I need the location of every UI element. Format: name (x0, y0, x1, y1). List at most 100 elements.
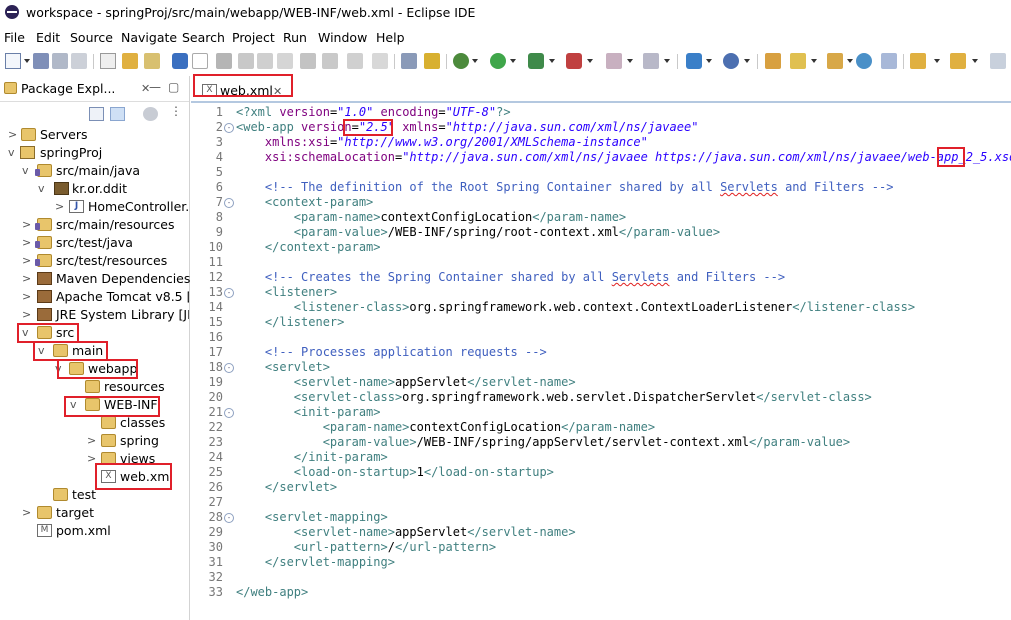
drop-to-frame-icon[interactable] (372, 53, 388, 69)
step-into-icon[interactable] (300, 53, 316, 69)
menu-file[interactable]: File (4, 30, 25, 45)
publish-icon[interactable] (643, 53, 659, 69)
code-line[interactable]: <load-on-startup>1</load-on-startup> (236, 465, 554, 479)
code-line[interactable]: <listener> (236, 285, 337, 299)
collapse-icon[interactable]: v (22, 162, 32, 180)
code-line[interactable]: <servlet-class>org.springframework.web.s… (236, 390, 872, 404)
collapse-icon[interactable]: v (38, 180, 48, 198)
stop-server-icon[interactable] (606, 53, 622, 69)
resume-icon[interactable] (216, 53, 232, 69)
expand-icon[interactable]: > (22, 216, 32, 234)
code-line[interactable]: <servlet-mapping> (236, 510, 388, 524)
code-line[interactable]: <init-param> (236, 405, 381, 419)
code-line[interactable]: <param-name>contextConfigLocation</param… (236, 210, 626, 224)
step-over-icon[interactable] (322, 53, 338, 69)
fold-toggle-icon[interactable]: - (224, 288, 234, 298)
skip-breakpoints-icon[interactable] (100, 53, 116, 69)
minimize-view-icon[interactable]: — (149, 80, 161, 94)
run-icon[interactable] (490, 53, 506, 69)
menu-run[interactable]: Run (283, 30, 307, 45)
open-resource-dropdown-icon[interactable] (811, 59, 817, 63)
external-tools-icon[interactable] (566, 53, 582, 69)
package-explorer-tab[interactable]: Package Expl... ✕ — ▢ (0, 76, 189, 102)
open-folder-icon[interactable] (827, 53, 843, 69)
menu-search[interactable]: Search (182, 30, 225, 45)
view-menu-icon[interactable]: ⋮ (170, 104, 182, 118)
open-task-icon[interactable] (424, 53, 440, 69)
spring-dropdown-icon[interactable] (744, 59, 750, 63)
code-line[interactable]: </servlet-mapping> (236, 555, 395, 569)
new-spring-bean-icon[interactable] (723, 53, 739, 69)
new-server-dropdown-icon[interactable] (706, 59, 712, 63)
code-line[interactable]: </web-app> (236, 585, 308, 599)
code-line[interactable]: <web-app version="2.5" xmlns="http://jav… (236, 120, 698, 134)
new-dropdown-icon[interactable] (24, 59, 30, 63)
menu-navigate[interactable]: Navigate (121, 30, 177, 45)
code-line[interactable]: </init-param> (236, 450, 388, 464)
code-line[interactable]: </context-param> (236, 240, 381, 254)
fold-toggle-icon[interactable]: - (224, 198, 234, 208)
fold-toggle-icon[interactable]: - (224, 123, 234, 133)
next-annotation-icon[interactable] (910, 53, 926, 69)
annotation-icon[interactable] (881, 53, 897, 69)
publish-dropdown-icon[interactable] (664, 59, 670, 63)
code-line[interactable]: <!-- Creates the Spring Container shared… (236, 270, 785, 284)
previous-annotation-dropdown-icon[interactable] (972, 59, 978, 63)
collapse-icon[interactable]: v (8, 144, 18, 162)
build-icon[interactable] (122, 53, 138, 69)
expand-icon[interactable]: > (55, 198, 65, 216)
fold-toggle-icon[interactable]: - (224, 513, 234, 523)
code-line[interactable]: <context-param> (236, 195, 373, 209)
fold-toggle-icon[interactable]: - (224, 408, 234, 418)
code-line[interactable]: <listener-class>org.springframework.web.… (236, 300, 915, 314)
suspend-icon[interactable] (238, 53, 254, 69)
expand-icon[interactable]: > (22, 306, 32, 324)
menu-edit[interactable]: Edit (36, 30, 60, 45)
clean-icon[interactable] (144, 53, 160, 69)
server-dropdown-icon[interactable] (627, 59, 633, 63)
toggle-mark-icon[interactable] (401, 53, 417, 69)
link-with-editor-icon[interactable] (110, 107, 125, 121)
step-return-icon[interactable] (347, 53, 363, 69)
search-icon[interactable] (192, 53, 208, 69)
globe-icon[interactable] (856, 53, 872, 69)
disconnect-icon[interactable] (277, 53, 293, 69)
expand-icon[interactable]: > (8, 126, 18, 144)
debug-icon[interactable] (453, 53, 469, 69)
coverage-icon[interactable] (528, 53, 544, 69)
open-resource-icon[interactable] (790, 53, 806, 69)
coverage-dropdown-icon[interactable] (549, 59, 555, 63)
code-line[interactable]: <?xml version="1.0" encoding="UTF-8"?> (236, 105, 511, 119)
expand-icon[interactable]: > (87, 432, 97, 450)
new-icon[interactable] (5, 53, 21, 69)
collapse-all-icon[interactable] (89, 107, 104, 121)
back-icon[interactable] (990, 53, 1006, 69)
code-line[interactable]: <!-- Processes application requests --> (236, 345, 547, 359)
code-line[interactable]: <url-pattern>/</url-pattern> (236, 540, 496, 554)
code-line[interactable]: <servlet-name>appServlet</servlet-name> (236, 375, 576, 389)
code-line[interactable]: <servlet> (236, 360, 330, 374)
tree-item-tomcat-library[interactable]: > Apache Tomcat v8.5 [Apache Tomcat v8.5… (0, 288, 189, 306)
code-line[interactable]: <servlet-name>appServlet</servlet-name> (236, 525, 576, 539)
next-annotation-dropdown-icon[interactable] (934, 59, 940, 63)
open-folder-dropdown-icon[interactable] (847, 59, 853, 63)
run-dropdown-icon[interactable] (510, 59, 516, 63)
tree-item-jre-library[interactable]: > JRE System Library [JDK 11] (0, 306, 189, 324)
code-line[interactable]: <!-- The definition of the Root Spring C… (236, 180, 894, 194)
menu-source[interactable]: Source (70, 30, 113, 45)
expand-icon[interactable]: > (22, 270, 32, 288)
debug-dropdown-icon[interactable] (472, 59, 478, 63)
expand-icon[interactable]: > (22, 288, 32, 306)
new-server-icon[interactable] (686, 53, 702, 69)
code-line[interactable]: </listener> (236, 315, 344, 329)
tree-item-homecontroller[interactable]: > J HomeController.java (0, 198, 189, 216)
open-type-icon[interactable] (765, 53, 781, 69)
code-line[interactable]: <param-value>/WEB-INF/spring/root-contex… (236, 225, 720, 239)
code-line[interactable]: <param-name>contextConfigLocation</param… (236, 420, 655, 434)
code-line[interactable]: xsi:schemaLocation="http://java.sun.com/… (236, 150, 1011, 164)
code-area[interactable]: 1 <?xml version = "1.0" encoding="UTF-8"?> 2… (191, 104, 1011, 620)
maximize-view-icon[interactable]: ▢ (168, 80, 179, 94)
save-icon[interactable] (33, 53, 49, 69)
menu-project[interactable]: Project (232, 30, 275, 45)
focus-on-task-icon[interactable] (143, 107, 158, 121)
